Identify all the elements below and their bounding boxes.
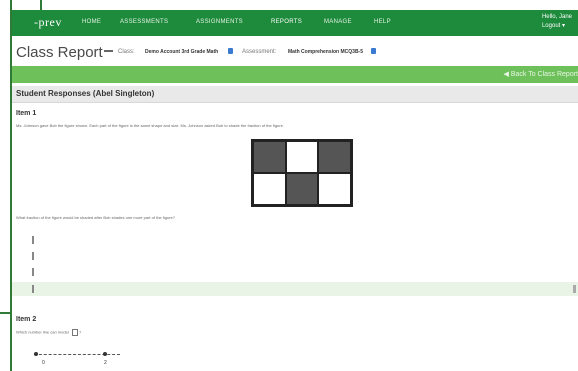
assessment-selector[interactable]: Math Comprehension MCQ3B-5	[288, 49, 363, 55]
number-line-dot	[102, 352, 107, 356]
frame-mark	[40, 0, 42, 10]
answer-choice-selected[interactable]	[12, 282, 578, 296]
class-selector[interactable]: Demo Account 3rd Grade Math	[145, 49, 218, 55]
nav-item-help[interactable]: HELP	[374, 19, 391, 25]
number-line: 0 2	[34, 352, 120, 366]
nav-item-manage[interactable]: MANAGE	[324, 19, 352, 25]
logout-link[interactable]: Logout ▾	[542, 22, 572, 31]
answer-choice[interactable]	[12, 233, 578, 247]
fraction-blank	[71, 329, 78, 336]
title-separator	[104, 50, 113, 52]
page-title: Class Report	[16, 44, 103, 61]
figure-cell	[253, 173, 286, 205]
figure-cell	[318, 173, 351, 205]
figure-cell	[318, 141, 351, 173]
user-menu[interactable]: Hello, Jane Logout ▾	[542, 13, 572, 31]
choice-fraction	[32, 268, 34, 276]
choice-fraction	[32, 252, 34, 260]
section-header: Student Responses (Abel Singleton)	[12, 86, 578, 103]
number-line-label-2: 2	[104, 360, 107, 366]
top-navigation-bar: -prev HOME ASSESSMENTS ASSIGNMENTS REPOR…	[12, 10, 578, 36]
item-2-prompt-text: Which number line can model	[16, 329, 69, 335]
section-title: Student Responses (Abel Singleton)	[16, 89, 155, 98]
figure-cell	[285, 173, 319, 205]
figure-cell	[285, 141, 319, 173]
choice-fraction	[32, 285, 34, 293]
user-greeting: Hello, Jane	[541, 14, 572, 20]
left-frame-border	[0, 0, 12, 371]
figure-cell	[253, 141, 286, 173]
number-line-axis	[34, 354, 120, 356]
assessment-label: Assessment:	[242, 49, 277, 55]
page-header: Class Report Class: Demo Account 3rd Gra…	[12, 36, 578, 67]
assessment-dropdown-icon[interactable]	[371, 48, 376, 54]
back-to-class-report-button[interactable]: ◀ Back To Class Report	[503, 70, 578, 78]
item-2-title: Item 2	[16, 316, 37, 323]
item-1-question: What fraction of the figure would be sha…	[16, 215, 175, 220]
number-line-label-0: 0	[42, 360, 45, 366]
scroll-handle[interactable]	[573, 285, 576, 293]
frame-mark	[0, 312, 10, 314]
class-label: Class:	[118, 49, 135, 55]
fraction-figure	[251, 139, 353, 207]
nav-item-assessments[interactable]: ASSESSMENTS	[120, 19, 168, 25]
item-1-prompt: Ms. Johnson gave Bob the figure shown. E…	[16, 123, 284, 128]
nav-item-reports[interactable]: REPORTS	[271, 19, 302, 25]
action-bar: ◀ Back To Class Report	[12, 66, 578, 83]
item-2-prompt-end: ?	[78, 329, 82, 335]
answer-choice[interactable]	[12, 265, 578, 279]
app-logo[interactable]: -prev	[34, 15, 62, 30]
answer-choice[interactable]	[12, 249, 578, 263]
nav-item-assignments[interactable]: ASSIGNMENTS	[196, 19, 243, 25]
nav-item-home[interactable]: HOME	[82, 19, 101, 25]
choice-fraction	[32, 236, 34, 244]
app-window: -prev HOME ASSESSMENTS ASSIGNMENTS REPOR…	[12, 10, 578, 371]
item-2-prompt: Which number line can model ?	[16, 329, 81, 336]
item-1-title: Item 1	[16, 110, 37, 117]
class-dropdown-icon[interactable]	[228, 48, 233, 54]
